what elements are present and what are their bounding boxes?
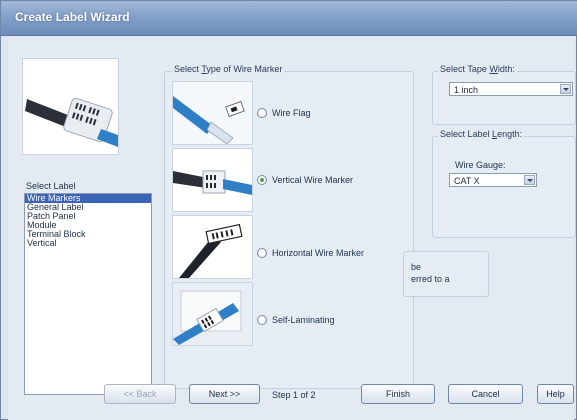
next-button[interactable]: Next >> bbox=[189, 384, 260, 404]
caption-text: idth: bbox=[497, 64, 515, 74]
wire-flag-option[interactable]: Wire Flag bbox=[257, 108, 311, 118]
vertical-wire-marker-label: Vertical Wire Marker bbox=[272, 175, 354, 185]
wizard-window: Create Label Wizard Select Label Wire Ma… bbox=[0, 0, 577, 420]
caption-text: Select bbox=[174, 64, 202, 74]
window-title: Create Label Wizard bbox=[15, 10, 130, 24]
chevron-down-icon[interactable] bbox=[524, 175, 535, 185]
tape-width-group bbox=[432, 71, 576, 125]
wire-flag-label: Wire Flag bbox=[272, 108, 311, 118]
caption-text: ength: bbox=[497, 129, 523, 139]
select-label-caption: Select Label bbox=[26, 181, 76, 191]
finish-button[interactable]: Finish bbox=[361, 384, 435, 404]
chevron-down-icon[interactable] bbox=[560, 84, 571, 94]
cancel-button[interactable]: Cancel bbox=[448, 384, 523, 404]
title-bar[interactable]: Create Label Wizard bbox=[1, 1, 577, 36]
tape-width-caption: Select Tape Width: bbox=[438, 64, 517, 74]
wire-gauge-select[interactable]: CAT X bbox=[449, 173, 537, 187]
radio-button-selected[interactable] bbox=[257, 175, 267, 185]
horizontal-wire-marker-image bbox=[172, 215, 253, 279]
label-length-caption: Select Label Length: bbox=[438, 129, 525, 139]
wizard-body: Select Label Wire Markers General Label … bbox=[8, 36, 576, 420]
info-text-line1: be bbox=[411, 262, 422, 272]
caption-text: Select Tape bbox=[440, 64, 490, 74]
wire-gauge-label: Wire Gauge: bbox=[455, 160, 506, 170]
wire-flag-image bbox=[172, 81, 253, 145]
list-item[interactable]: Vertical bbox=[25, 239, 151, 248]
radio-button[interactable] bbox=[257, 315, 267, 325]
caption-text: Select Label bbox=[440, 129, 493, 139]
self-laminating-option[interactable]: Self-Laminating bbox=[257, 315, 335, 325]
horizontal-wire-marker-label: Horizontal Wire Marker bbox=[272, 248, 365, 258]
caption-hotkey: W bbox=[489, 64, 498, 74]
radio-button[interactable] bbox=[257, 108, 267, 118]
radio-button[interactable] bbox=[257, 248, 267, 258]
info-text-line2: erred to a bbox=[411, 274, 450, 284]
help-button[interactable]: Help bbox=[537, 384, 574, 404]
self-laminating-image bbox=[172, 282, 253, 346]
tape-width-value: 1 inch bbox=[454, 85, 479, 95]
vertical-wire-marker-image bbox=[172, 148, 253, 212]
label-preview-image bbox=[22, 58, 119, 155]
step-indicator: Step 1 of 2 bbox=[272, 390, 316, 400]
tape-width-select[interactable]: 1 inch bbox=[449, 82, 573, 96]
wire-marker-type-caption: Select Type of Wire Marker bbox=[172, 64, 285, 74]
select-label-listbox[interactable]: Wire Markers General Label Patch Panel M… bbox=[24, 193, 152, 395]
horizontal-wire-marker-option[interactable]: Horizontal Wire Marker bbox=[257, 248, 364, 258]
vertical-wire-marker-option[interactable]: Vertical Wire Marker bbox=[257, 175, 353, 185]
wire-gauge-value: CAT X bbox=[454, 176, 480, 186]
self-laminating-label: Self-Laminating bbox=[272, 315, 335, 325]
caption-text: ype of Wire Marker bbox=[206, 64, 283, 74]
back-button[interactable]: << Back bbox=[104, 384, 176, 404]
